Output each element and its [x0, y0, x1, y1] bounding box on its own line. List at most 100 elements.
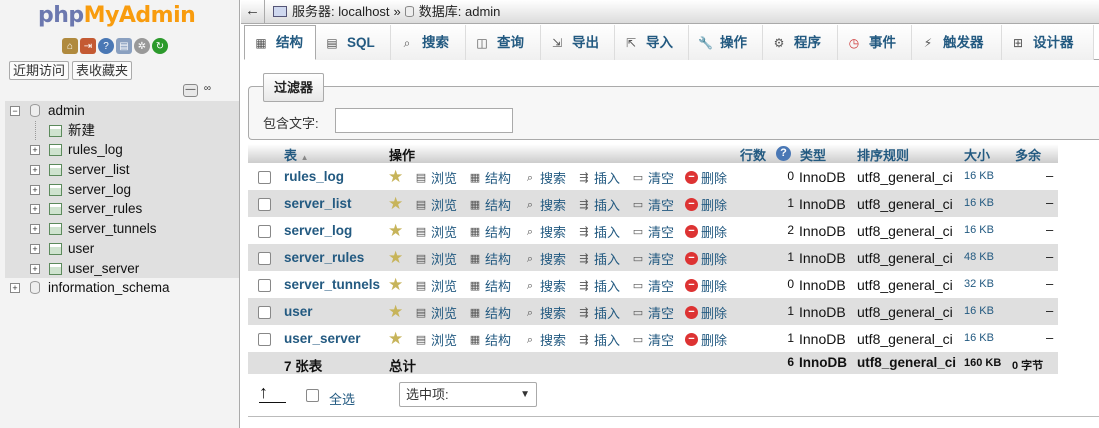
- search-action[interactable]: ⌕ 搜索: [523, 222, 566, 241]
- insert-action[interactable]: ⇶ 插入: [577, 168, 620, 187]
- insert-action[interactable]: ⇶ 插入: [577, 222, 620, 241]
- phpmyadmin-logo[interactable]: phpMyAdmin: [38, 3, 196, 28]
- tab-triggers[interactable]: ⚡ 触发器: [912, 25, 1002, 60]
- settings-icon[interactable]: ✲: [134, 38, 150, 54]
- structure-action[interactable]: ▦ 结构: [468, 303, 511, 322]
- tab-routines[interactable]: ⚙ 程序: [763, 25, 838, 60]
- search-action[interactable]: ⌕ 搜索: [523, 330, 566, 349]
- row-checkbox[interactable]: [258, 252, 271, 265]
- row-checkbox[interactable]: [258, 171, 271, 184]
- table-size[interactable]: 16 KB: [964, 332, 994, 344]
- tab-operations[interactable]: 🔧 操作: [689, 25, 763, 60]
- browse-action[interactable]: ▤ 浏览: [414, 303, 457, 322]
- row-checkbox[interactable]: [258, 333, 271, 346]
- table-name-link[interactable]: user: [284, 304, 313, 319]
- tab-events[interactable]: ◷ 事件: [838, 25, 912, 60]
- table-size[interactable]: 32 KB: [964, 278, 994, 290]
- drop-action[interactable]: − 删除: [685, 222, 727, 241]
- table-name-link[interactable]: server_rules: [284, 250, 364, 265]
- tree-new-table[interactable]: 新建: [5, 120, 239, 141]
- tab-search[interactable]: ⌕ 搜索: [391, 25, 466, 60]
- favorites-button[interactable]: 表收藏夹: [72, 61, 133, 80]
- favorite-star-icon[interactable]: ★: [388, 329, 403, 349]
- back-arrow-icon[interactable]: ←: [241, 0, 265, 24]
- recent-button[interactable]: 近期访问: [9, 61, 70, 80]
- collapse-icon[interactable]: −: [10, 106, 20, 116]
- home-icon[interactable]: ⌂: [62, 38, 78, 54]
- tab-export[interactable]: ⇲ 导出: [541, 25, 615, 60]
- empty-action[interactable]: ▭ 清空: [631, 276, 674, 295]
- table-size[interactable]: 16 KB: [964, 197, 994, 209]
- insert-action[interactable]: ⇶ 插入: [577, 330, 620, 349]
- empty-action[interactable]: ▭ 清空: [631, 249, 674, 268]
- tree-table-item[interactable]: + user: [5, 238, 239, 259]
- structure-action[interactable]: ▦ 结构: [468, 195, 511, 214]
- help-icon[interactable]: ?: [98, 38, 114, 54]
- browse-action[interactable]: ▤ 浏览: [414, 330, 457, 349]
- insert-action[interactable]: ⇶ 插入: [577, 195, 620, 214]
- empty-action[interactable]: ▭ 清空: [631, 195, 674, 214]
- tree-table-item[interactable]: + server_log: [5, 179, 239, 200]
- favorite-star-icon[interactable]: ★: [388, 167, 403, 187]
- table-name-link[interactable]: server_tunnels: [284, 277, 380, 292]
- favorite-star-icon[interactable]: ★: [388, 275, 403, 295]
- table-size[interactable]: 16 KB: [964, 305, 994, 317]
- col-collation[interactable]: 排序规则: [857, 145, 909, 164]
- favorite-star-icon[interactable]: ★: [388, 221, 403, 241]
- tree-table-item[interactable]: + server_rules: [5, 199, 239, 220]
- with-selected-dropdown[interactable]: 选中项: ▼: [399, 382, 537, 407]
- row-checkbox[interactable]: [258, 198, 271, 211]
- table-name-link[interactable]: server_list: [284, 196, 352, 211]
- expand-icon[interactable]: +: [30, 224, 40, 235]
- drop-action[interactable]: − 删除: [685, 195, 727, 214]
- structure-action[interactable]: ▦ 结构: [468, 222, 511, 241]
- tab-import[interactable]: ⇱ 导入: [615, 25, 689, 60]
- tab-structure[interactable]: ▦ 结构: [244, 25, 316, 60]
- col-table-name[interactable]: 表 ▲: [284, 145, 309, 164]
- expand-icon[interactable]: +: [10, 283, 20, 294]
- row-checkbox[interactable]: [258, 225, 271, 238]
- browse-action[interactable]: ▤ 浏览: [414, 195, 457, 214]
- breadcrumb-server[interactable]: 服务器: localhost: [292, 0, 390, 23]
- table-name-link[interactable]: server_log: [284, 223, 352, 238]
- col-overhead[interactable]: 多余: [1015, 145, 1041, 164]
- browse-action[interactable]: ▤ 浏览: [414, 168, 457, 187]
- help-icon[interactable]: ?: [776, 146, 791, 161]
- tree-db-admin[interactable]: − admin: [5, 101, 239, 121]
- insert-action[interactable]: ⇶ 插入: [577, 276, 620, 295]
- table-name-link[interactable]: user_server: [284, 331, 361, 346]
- tree-table-item[interactable]: + server_tunnels: [5, 219, 239, 239]
- search-action[interactable]: ⌕ 搜索: [523, 249, 566, 268]
- tree-db-information-schema[interactable]: + information_schema: [5, 278, 239, 298]
- favorite-star-icon[interactable]: ★: [388, 248, 403, 268]
- row-checkbox[interactable]: [258, 306, 271, 319]
- tree-table-item[interactable]: + rules_log: [5, 140, 239, 161]
- col-type[interactable]: 类型: [800, 145, 826, 164]
- tab-sql[interactable]: ▤ SQL: [316, 25, 391, 60]
- row-checkbox[interactable]: [258, 279, 271, 292]
- structure-action[interactable]: ▦ 结构: [468, 249, 511, 268]
- table-size[interactable]: 16 KB: [964, 170, 994, 182]
- expand-icon[interactable]: +: [30, 184, 40, 195]
- col-size[interactable]: 大小: [964, 145, 990, 164]
- drop-action[interactable]: − 删除: [685, 168, 727, 187]
- select-all-label[interactable]: 全选: [329, 389, 355, 408]
- expand-icon[interactable]: +: [30, 204, 40, 215]
- logout-icon[interactable]: ⇥: [80, 38, 96, 54]
- filter-input[interactable]: [335, 108, 513, 133]
- favorite-star-icon[interactable]: ★: [388, 194, 403, 214]
- reload-icon[interactable]: ↻: [152, 38, 168, 54]
- drop-action[interactable]: − 删除: [685, 249, 727, 268]
- tab-query[interactable]: ◫ 查询: [466, 25, 541, 60]
- breadcrumb-database[interactable]: 数据库: admin: [419, 0, 501, 23]
- table-size[interactable]: 16 KB: [964, 224, 994, 236]
- favorite-star-icon[interactable]: ★: [388, 302, 403, 322]
- browse-action[interactable]: ▤ 浏览: [414, 222, 457, 241]
- insert-action[interactable]: ⇶ 插入: [577, 303, 620, 322]
- search-action[interactable]: ⌕ 搜索: [523, 303, 566, 322]
- docs-icon[interactable]: ▤: [116, 38, 132, 54]
- empty-action[interactable]: ▭ 清空: [631, 168, 674, 187]
- drop-action[interactable]: − 删除: [685, 330, 727, 349]
- empty-action[interactable]: ▭ 清空: [631, 222, 674, 241]
- col-rows[interactable]: 行数: [740, 145, 766, 164]
